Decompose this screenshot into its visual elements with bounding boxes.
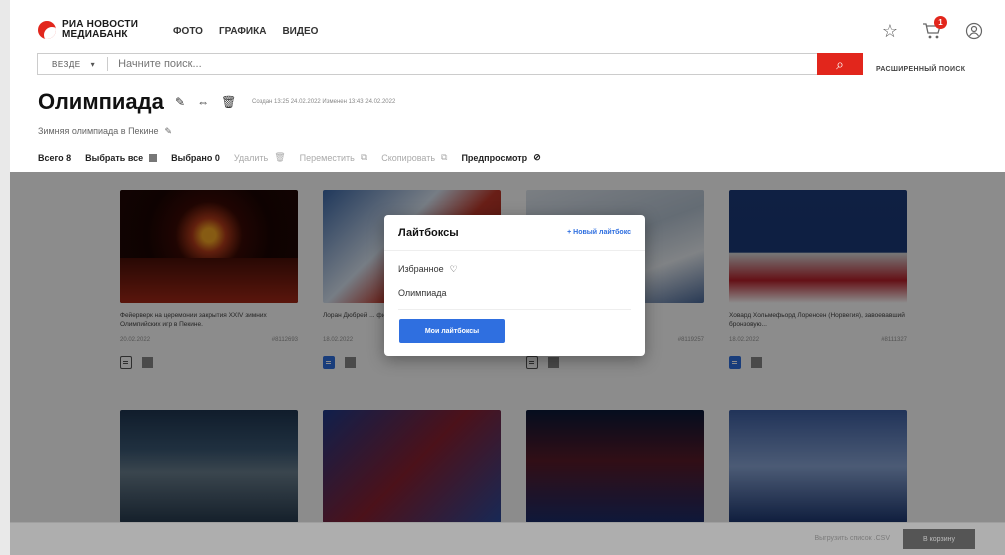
select-all-label: Выбрать все bbox=[85, 152, 144, 163]
main-nav: ФОТО ГРАФИКА ВИДЕО bbox=[173, 26, 318, 37]
page-title: Олимпиада bbox=[38, 89, 164, 114]
search-icon: ⌕ bbox=[836, 55, 844, 72]
title-actions: ✎ ⇔ 🗑 bbox=[175, 95, 236, 109]
total-count: Всего 8 bbox=[38, 152, 72, 163]
nav-graphics[interactable]: ГРАФИКА bbox=[219, 26, 266, 37]
lightbox-modal: Лайтбоксы + Новый лайтбокс Избранное ♡ О… bbox=[384, 215, 645, 356]
edit-icon[interactable]: ✎ bbox=[175, 95, 185, 109]
nav-video[interactable]: ВИДЕО bbox=[282, 26, 318, 37]
lightbox-item-label: Олимпиада bbox=[398, 288, 447, 298]
nav-photo[interactable]: ФОТО bbox=[173, 26, 203, 37]
modal-header: Лайтбоксы + Новый лайтбокс bbox=[384, 215, 645, 251]
edit-description-icon[interactable]: ✎ bbox=[165, 126, 173, 137]
advanced-search-link[interactable]: РАСШИРЕННЫЙ ПОИСК bbox=[876, 66, 965, 73]
header-icons: ☆ 1 bbox=[879, 16, 985, 42]
delete-label: Удалить bbox=[233, 152, 269, 163]
lightbox-list: Избранное ♡ Олимпиада bbox=[384, 251, 645, 310]
page: РИА НОВОСТИ МЕДИАБАНК ФОТО ГРАФИКА ВИДЕО… bbox=[0, 0, 1005, 555]
divider bbox=[398, 309, 631, 310]
move-button[interactable]: Переместить ⧉ bbox=[300, 152, 368, 163]
logo-line2: МЕДИАБАНК bbox=[62, 29, 128, 40]
search-button[interactable]: ⌕ bbox=[817, 53, 863, 75]
trash-icon[interactable]: 🗑 bbox=[221, 95, 236, 109]
search-bar: ВЕЗДЕ ▾ ⌕ bbox=[37, 53, 863, 75]
logo-text: РИА НОВОСТИ МЕДИАБАНК bbox=[62, 20, 138, 40]
search-input[interactable] bbox=[108, 58, 817, 70]
checkbox-icon bbox=[149, 153, 158, 162]
bottom-backdrop bbox=[10, 522, 1005, 555]
modal-title: Лайтбоксы bbox=[398, 226, 459, 239]
lightbox-item-olympics[interactable]: Олимпиада bbox=[398, 281, 631, 305]
preview-label: Предпросмотр bbox=[461, 152, 528, 163]
copy-icon: ⧉ bbox=[441, 152, 448, 162]
select-all-button[interactable]: Выбрать все bbox=[85, 152, 158, 163]
my-lightboxes-button[interactable]: Мои лайтбоксы bbox=[399, 319, 505, 343]
search-scope-select[interactable]: ВЕЗДЕ ▾ bbox=[38, 57, 109, 71]
trash-icon: 🗑 bbox=[274, 152, 286, 162]
search-scope-label: ВЕЗДЕ bbox=[52, 59, 81, 69]
logo-icon bbox=[38, 21, 56, 39]
heart-icon: ♡ bbox=[449, 263, 458, 274]
user-icon[interactable] bbox=[963, 20, 985, 42]
lightbox-meta: Создан 13:25 24.02.2022 Изменен 13:43 24… bbox=[252, 99, 396, 105]
chevron-down-icon: ▾ bbox=[90, 59, 96, 69]
preview-toggle[interactable]: Предпросмотр ⊘ bbox=[461, 152, 540, 163]
eye-off-icon: ⊘ bbox=[533, 152, 541, 162]
lightbox-item-favorites[interactable]: Избранное ♡ bbox=[398, 257, 631, 281]
logo[interactable]: РИА НОВОСТИ МЕДИАБАНК bbox=[38, 20, 138, 40]
left-edge bbox=[0, 0, 10, 555]
link-icon[interactable]: ⇔ bbox=[197, 95, 209, 109]
copy-button[interactable]: Скопировать ⧉ bbox=[381, 152, 447, 163]
move-icon: ⧉ bbox=[360, 152, 368, 162]
lightbox-item-label: Избранное bbox=[398, 264, 444, 274]
cart-badge: 1 bbox=[934, 16, 947, 29]
new-lightbox-link[interactable]: + Новый лайтбокс bbox=[567, 229, 631, 236]
delete-button[interactable]: Удалить 🗑 bbox=[234, 152, 286, 163]
selection-toolbar: Всего 8 Выбрать все Выбрано 0 Удалить 🗑 … bbox=[38, 152, 541, 163]
selected-count: Выбрано 0 bbox=[171, 152, 220, 163]
description-text: Зимняя олимпиада в Пекине bbox=[38, 126, 159, 136]
star-icon[interactable]: ☆ bbox=[879, 20, 901, 42]
lightbox-description: Зимняя олимпиада в Пекине ✎ bbox=[38, 126, 172, 137]
cart-icon[interactable]: 1 bbox=[921, 16, 947, 42]
top-header: РИА НОВОСТИ МЕДИАБАНК ФОТО ГРАФИКА ВИДЕО… bbox=[10, 10, 1005, 52]
move-label: Переместить bbox=[299, 152, 355, 163]
copy-label: Скопировать bbox=[381, 152, 436, 163]
